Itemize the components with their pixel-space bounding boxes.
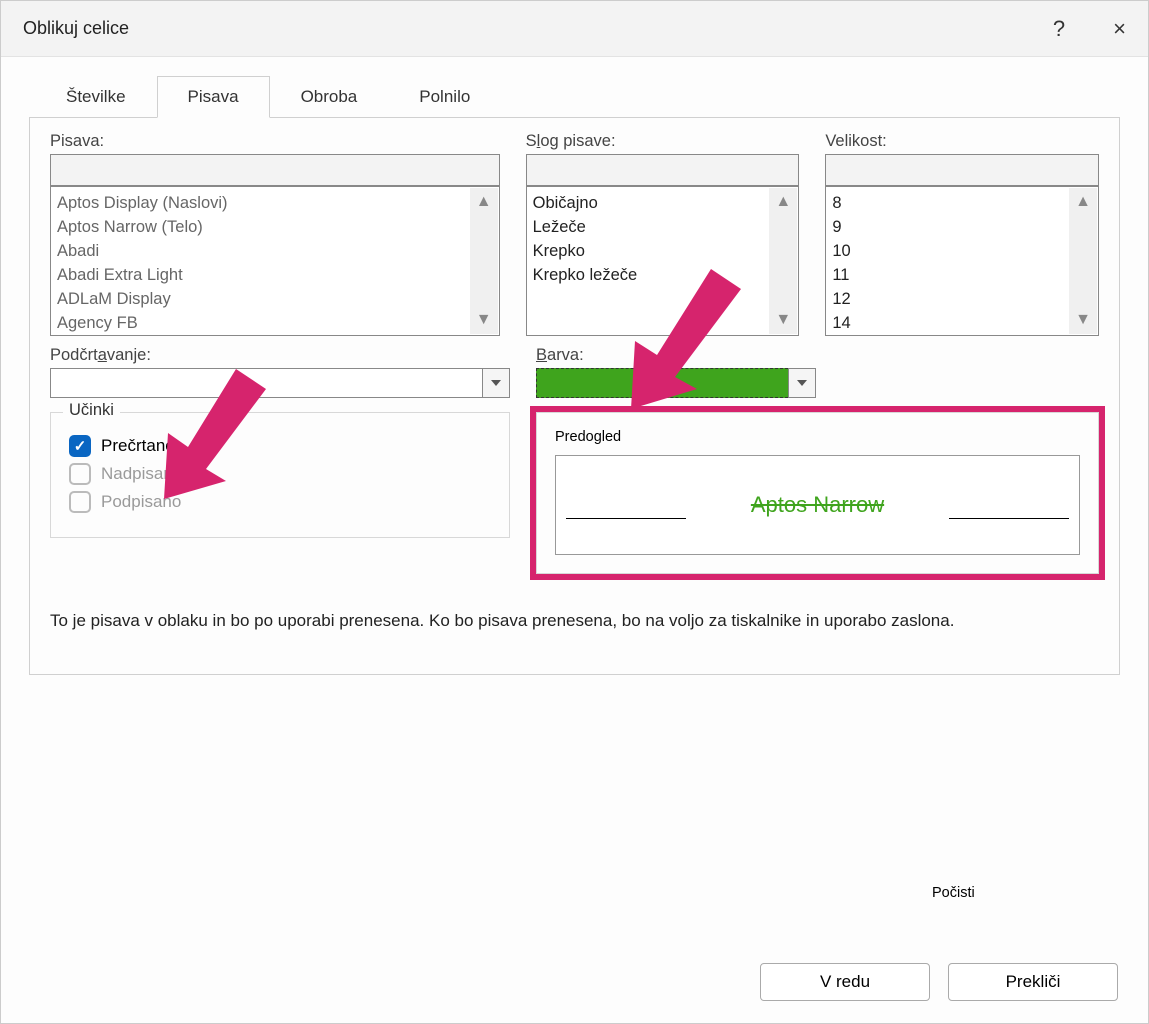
preview-wrap: Predogled Aptos Narrow (536, 398, 1099, 574)
style-item[interactable]: Ležeče (533, 215, 793, 239)
scroll-down-icon[interactable]: ▼ (476, 306, 492, 334)
color-label: Barva: (536, 346, 816, 365)
font-item[interactable]: Abadi Extra Light (57, 263, 493, 287)
dialog-body: Številke Pisava Obroba Polnilo Pisava: A… (1, 57, 1148, 675)
size-item[interactable]: 10 (832, 239, 1092, 263)
checkbox-icon (69, 435, 91, 457)
effects-wrap: Učinki Prečrtano Nadpisano Podpisano (50, 398, 510, 538)
preview-baseline (949, 518, 1069, 519)
titlebar: Oblikuj celice ? × (1, 1, 1148, 57)
clear-button-wrap: Počisti (932, 885, 1102, 901)
scroll-down-icon[interactable]: ▼ (775, 306, 791, 334)
close-icon[interactable]: × (1113, 16, 1126, 42)
tab-numbers[interactable]: Številke (35, 76, 157, 118)
size-label: Velikost: (825, 132, 1099, 151)
underline-column: Podčrtavanje: (50, 346, 510, 398)
size-column: Velikost: 8 9 10 11 12 14 ▲ ▼ (825, 132, 1099, 336)
style-item[interactable]: Krepko (533, 239, 793, 263)
preview-sample-text: Aptos Narrow (751, 492, 884, 518)
help-icon[interactable]: ? (1053, 16, 1065, 42)
scroll-up-icon[interactable]: ▲ (1075, 188, 1091, 216)
font-item[interactable]: Aptos Display (Naslovi) (57, 191, 493, 215)
style-label: Slog pisave: (526, 132, 800, 151)
chevron-down-icon (491, 380, 501, 386)
tab-fill[interactable]: Polnilo (388, 76, 501, 118)
superscript-checkbox[interactable]: Nadpisano (69, 463, 491, 485)
size-item[interactable]: 8 (832, 191, 1092, 215)
scroll-up-icon[interactable]: ▲ (775, 188, 791, 216)
tab-strip: Številke Pisava Obroba Polnilo (29, 75, 1120, 118)
font-item[interactable]: Abadi (57, 239, 493, 263)
size-item[interactable]: 9 (832, 215, 1092, 239)
preview-baseline (566, 518, 686, 519)
size-scrollbar[interactable]: ▲ ▼ (1069, 188, 1097, 334)
preview-box: Aptos Narrow (555, 455, 1080, 555)
preview-group: Predogled Aptos Narrow (536, 412, 1099, 574)
style-list-wrap: Običajno Ležeče Krepko Krepko ležeče ▲ ▼ (526, 186, 800, 336)
font-column: Pisava: Aptos Display (Naslovi) Aptos Na… (50, 132, 500, 336)
style-input[interactable] (526, 154, 800, 186)
font-input[interactable] (50, 154, 500, 186)
size-item[interactable]: 11 (832, 263, 1092, 287)
strikethrough-checkbox[interactable]: Prečrtano (69, 435, 491, 457)
tab-border[interactable]: Obroba (270, 76, 389, 118)
ok-button[interactable]: V redu (760, 963, 930, 1001)
dialog-footer: V redu Prekliči (760, 963, 1118, 1001)
color-swatch (545, 373, 781, 392)
size-input[interactable] (825, 154, 1099, 186)
font-label: Pisava: (50, 132, 500, 151)
underline-field[interactable] (50, 368, 482, 398)
subscript-checkbox[interactable]: Podpisano (69, 491, 491, 513)
font-item[interactable]: Aptos Narrow (Telo) (57, 215, 493, 239)
info-text: To je pisava v oblaku in bo po uporabi p… (50, 608, 1099, 634)
format-cells-dialog: Oblikuj celice ? × Številke Pisava Obrob… (0, 0, 1149, 1024)
size-list[interactable]: 8 9 10 11 12 14 ▲ ▼ (825, 186, 1099, 336)
chevron-down-icon (797, 380, 807, 386)
clear-button[interactable]: Počisti (932, 885, 1102, 901)
size-list-wrap: 8 9 10 11 12 14 ▲ ▼ (825, 186, 1099, 336)
color-field[interactable] (536, 368, 788, 398)
dropdown-row: Podčrtavanje: Barva: (50, 346, 1099, 398)
style-column: Slog pisave: Običajno Ležeče Krepko Krep… (526, 132, 800, 336)
style-scrollbar[interactable]: ▲ ▼ (769, 188, 797, 334)
tab-content: Pisava: Aptos Display (Naslovi) Aptos Na… (29, 118, 1120, 675)
effects-group: Učinki Prečrtano Nadpisano Podpisano (50, 412, 510, 538)
tab-font[interactable]: Pisava (157, 76, 270, 118)
checkbox-icon (69, 491, 91, 513)
scroll-up-icon[interactable]: ▲ (476, 188, 492, 216)
clear-button-label: Počisti (932, 885, 975, 901)
strikethrough-label: Prečrtano (101, 436, 175, 456)
effects-group-label: Učinki (63, 401, 120, 420)
style-item[interactable]: Krepko ležeče (533, 263, 793, 287)
font-item[interactable]: ADLaM Display (57, 287, 493, 311)
cancel-button[interactable]: Prekliči (948, 963, 1118, 1001)
superscript-label: Nadpisano (101, 464, 182, 484)
scroll-down-icon[interactable]: ▼ (1075, 306, 1091, 334)
window-controls: ? × (1053, 16, 1126, 42)
size-item[interactable]: 12 (832, 287, 1092, 311)
font-row: Pisava: Aptos Display (Naslovi) Aptos Na… (50, 132, 1099, 336)
size-item[interactable]: 14 (832, 311, 1092, 335)
font-item[interactable]: Agency FB (57, 311, 493, 335)
window-title: Oblikuj celice (23, 18, 129, 39)
checkbox-icon (69, 463, 91, 485)
preview-group-label: Predogled (555, 429, 621, 445)
underline-combo[interactable] (50, 368, 510, 398)
font-list[interactable]: Aptos Display (Naslovi) Aptos Narrow (Te… (50, 186, 500, 336)
color-column: Barva: (536, 346, 816, 398)
color-dropdown-button[interactable] (788, 368, 816, 398)
underline-label: Podčrtavanje: (50, 346, 510, 365)
underline-dropdown-button[interactable] (482, 368, 510, 398)
font-list-wrap: Aptos Display (Naslovi) Aptos Narrow (Te… (50, 186, 500, 336)
subscript-label: Podpisano (101, 492, 181, 512)
style-list[interactable]: Običajno Ležeče Krepko Krepko ležeče ▲ ▼ (526, 186, 800, 336)
style-item[interactable]: Običajno (533, 191, 793, 215)
effects-preview-row: Učinki Prečrtano Nadpisano Podpisano (50, 398, 1099, 574)
color-combo[interactable] (536, 368, 816, 398)
font-scrollbar[interactable]: ▲ ▼ (470, 188, 498, 334)
